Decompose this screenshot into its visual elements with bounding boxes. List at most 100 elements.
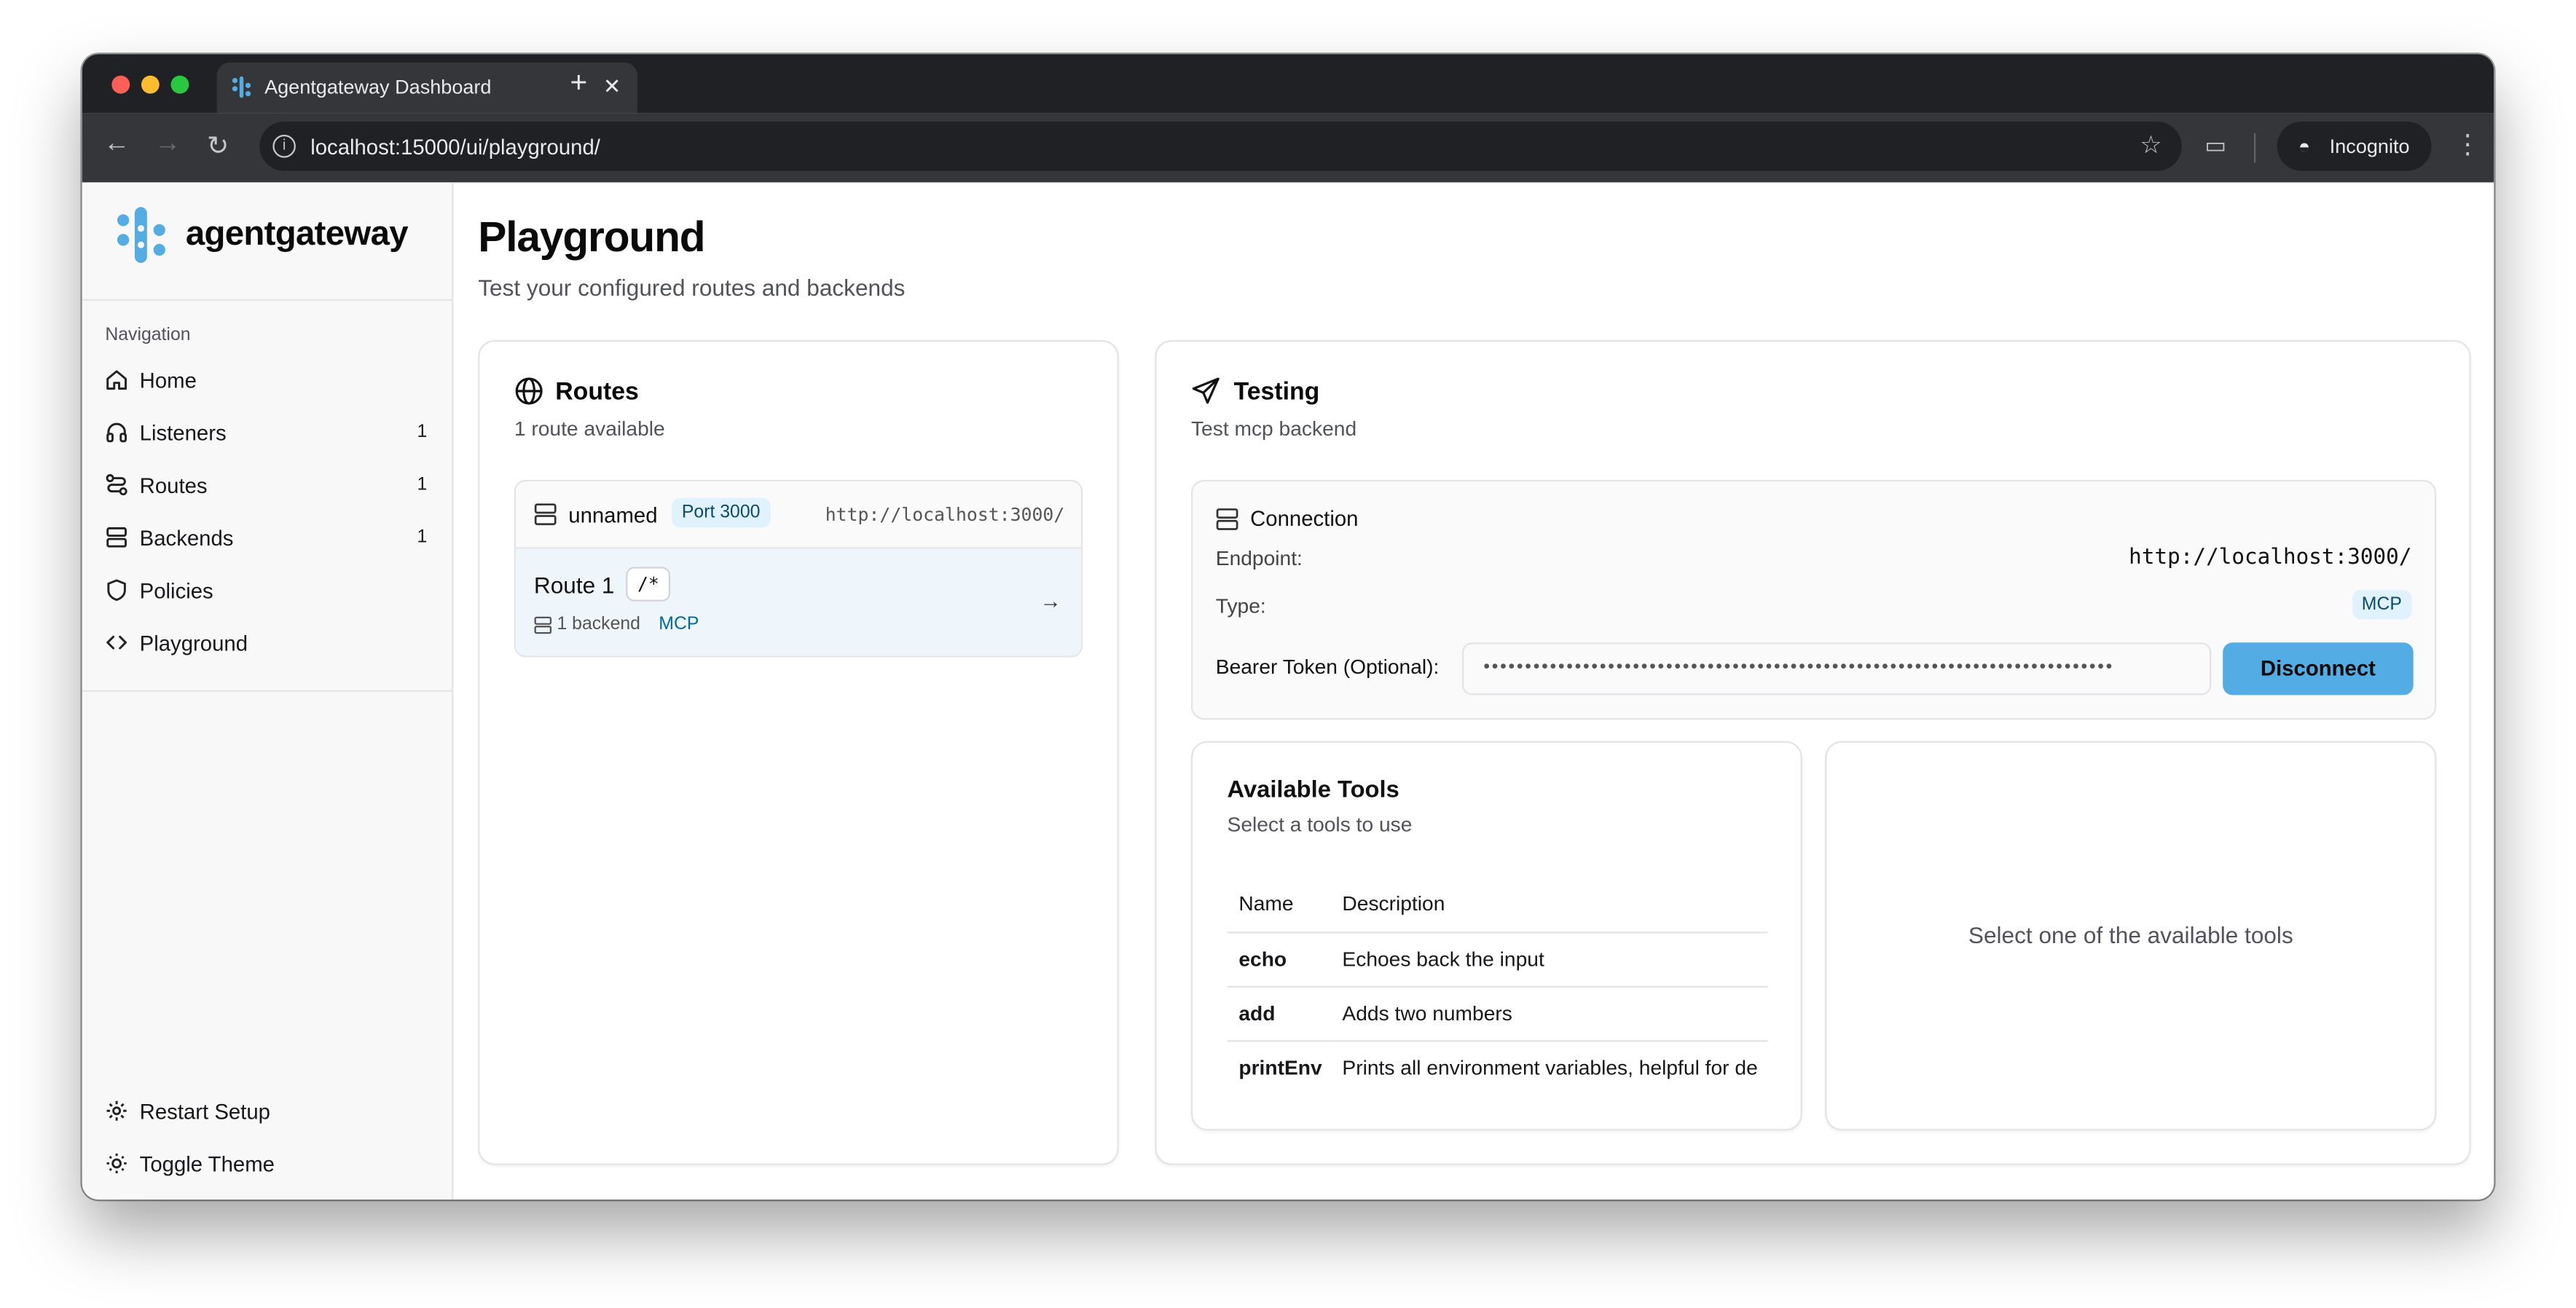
routes-card-title: Routes: [555, 377, 639, 406]
backend-count: 1 backend: [557, 614, 640, 634]
tool-name: printEnv: [1238, 1056, 1322, 1079]
tool-description: Prints all environment variables, helpfu…: [1342, 1056, 1758, 1079]
backends-count: 1: [417, 527, 428, 548]
nav-heading: Navigation: [105, 325, 191, 345]
forward-icon[interactable]: →: [154, 130, 181, 159]
shield-icon: [107, 579, 126, 602]
globe-icon: [515, 377, 543, 405]
disconnect-button[interactable]: Disconnect: [2223, 642, 2414, 696]
connection-title: Connection: [1250, 505, 1359, 531]
arrow-right-icon: →: [1040, 588, 1061, 613]
listener-name: unnamed: [568, 503, 658, 528]
cast-icon[interactable]: ▭: [2204, 132, 2226, 159]
bearer-token-label: Bearer Token (Optional):: [1215, 655, 1440, 679]
column-header-name: Name: [1227, 877, 1331, 933]
empty-state-text: Select one of the available tools: [1968, 921, 2293, 948]
routes-card-description: 1 route available: [514, 417, 665, 441]
port-badge: Port 3000: [672, 497, 770, 528]
table-row[interactable]: printEnv Prints all environment variable…: [1228, 1040, 1768, 1094]
toggle-theme-label: Toggle Theme: [139, 1151, 275, 1177]
endpoint-value: http://localhost:3000/: [2129, 545, 2412, 570]
sidebar-item-label: Backends: [139, 526, 234, 551]
agentgateway-logo-icon: [232, 76, 251, 98]
app-root: agentgateway Navigation Home Listeners 1…: [82, 182, 2494, 1200]
server-icon: [106, 527, 127, 548]
bookmark-star-icon[interactable]: ☆: [2140, 130, 2161, 159]
sidebar-item-label: Home: [139, 368, 197, 393]
sidebar-item-label: Playground: [139, 631, 248, 656]
sidebar-item-listeners[interactable]: Listeners 1: [95, 411, 441, 457]
page-subtitle: Test your configured routes and backends: [478, 274, 906, 301]
connection-panel: Connection Endpoint: http://localhost:30…: [1190, 479, 2437, 720]
tool-name: add: [1227, 985, 1331, 1041]
listeners-count: 1: [417, 422, 428, 442]
table-row[interactable]: echo Echoes back the input: [1227, 931, 1768, 987]
bearer-token-input[interactable]: ••••••••••••••••••••••••••••••••••••••••…: [1462, 642, 2212, 696]
testing-card-description: Test mcp backend: [1190, 417, 1357, 441]
listener-route-group: unnamed Port 3000 http://localhost:3000/…: [514, 479, 1083, 658]
sidebar-divider: [82, 299, 454, 301]
backend-type: MCP: [659, 614, 699, 634]
server-icon: [534, 503, 557, 526]
page-title: Playground: [478, 212, 705, 261]
tool-detail-card: Select one of the available tools: [1825, 741, 2437, 1131]
route-path-badge: /*: [626, 567, 671, 602]
incognito-icon: ◓: [2298, 135, 2311, 158]
minimize-window-button[interactable]: [141, 75, 160, 94]
listener-header: unnamed Port 3000 http://localhost:3000/: [516, 481, 1081, 549]
sun-icon: [106, 1153, 127, 1173]
site-info-icon[interactable]: i: [272, 135, 296, 158]
new-tab-icon[interactable]: +: [570, 66, 588, 100]
toolbar-divider: [2253, 133, 2256, 163]
browser-window: Agentgateway Dashboard ✕ + ← → ↻ i local…: [82, 54, 2494, 1200]
agentgateway-logo-icon: [117, 207, 165, 264]
back-icon[interactable]: ←: [103, 130, 130, 159]
sidebar-divider: [82, 690, 454, 692]
tool-description: Echoes back the input: [1330, 931, 1768, 987]
browser-toolbar: ← → ↻ i localhost:15000/ui/playground/ ☆…: [82, 113, 2494, 183]
bearer-token-value: ••••••••••••••••••••••••••••••••••••••••…: [1483, 657, 2115, 677]
sidebar: agentgateway Navigation Home Listeners 1…: [82, 182, 454, 1200]
reload-icon[interactable]: ↻: [207, 130, 229, 162]
route-item[interactable]: Route 1 /* 1 backend MCP →: [516, 548, 1081, 656]
restart-setup-button[interactable]: Restart Setup: [95, 1090, 441, 1135]
url-text[interactable]: localhost:15000/ui/playground/: [310, 135, 600, 159]
route-name: Route 1: [533, 572, 615, 599]
sidebar-item-label: Policies: [139, 578, 213, 604]
toggle-theme-button[interactable]: Toggle Theme: [95, 1142, 441, 1188]
send-icon: [1192, 377, 1220, 404]
incognito-indicator[interactable]: ◓ Incognito: [2277, 121, 2432, 171]
brand-name: agentgateway: [185, 215, 409, 253]
gear-icon: [106, 1100, 127, 1121]
type-badge: MCP: [2352, 590, 2412, 620]
sidebar-item-backends[interactable]: Backends 1: [95, 516, 441, 562]
route-icon: [106, 474, 127, 496]
headphones-icon: [106, 422, 127, 443]
table-header-row: Name Description: [1227, 877, 1768, 933]
browser-menu-icon[interactable]: ⋮: [2454, 128, 2481, 161]
incognito-label: Incognito: [2329, 135, 2410, 158]
tools-table: Name Description echo Echoes back the in…: [1227, 877, 1768, 1095]
table-row[interactable]: add Adds two numbers: [1227, 985, 1768, 1041]
main-content: Playground Test your configured routes a…: [453, 182, 2494, 1199]
server-icon: [1216, 508, 1238, 530]
address-bar[interactable]: i localhost:15000/ui/playground/ ☆: [259, 121, 2182, 171]
listener-url: http://localhost:3000/: [825, 504, 1065, 527]
tools-description: Select a tools to use: [1227, 813, 1413, 837]
tools-title: Available Tools: [1227, 777, 1399, 804]
maximize-window-button[interactable]: [170, 75, 189, 94]
tool-name: echo: [1227, 931, 1331, 987]
home-icon: [106, 370, 127, 390]
endpoint-label: Endpoint:: [1215, 547, 1303, 570]
testing-card: Testing Test mcp backend Connection Endp…: [1155, 340, 2471, 1165]
sidebar-item-playground[interactable]: Playground: [95, 621, 441, 667]
sidebar-item-home[interactable]: Home: [95, 358, 441, 404]
tab-close-icon[interactable]: ✕: [603, 74, 621, 101]
close-window-button[interactable]: [111, 75, 130, 94]
sidebar-item-policies[interactable]: Policies: [95, 569, 441, 615]
type-label: Type:: [1215, 594, 1266, 618]
sidebar-item-label: Listeners: [139, 420, 227, 446]
tab-strip: Agentgateway Dashboard ✕ +: [82, 54, 2494, 114]
sidebar-item-routes[interactable]: Routes 1: [95, 463, 441, 509]
code-icon: [106, 635, 127, 650]
